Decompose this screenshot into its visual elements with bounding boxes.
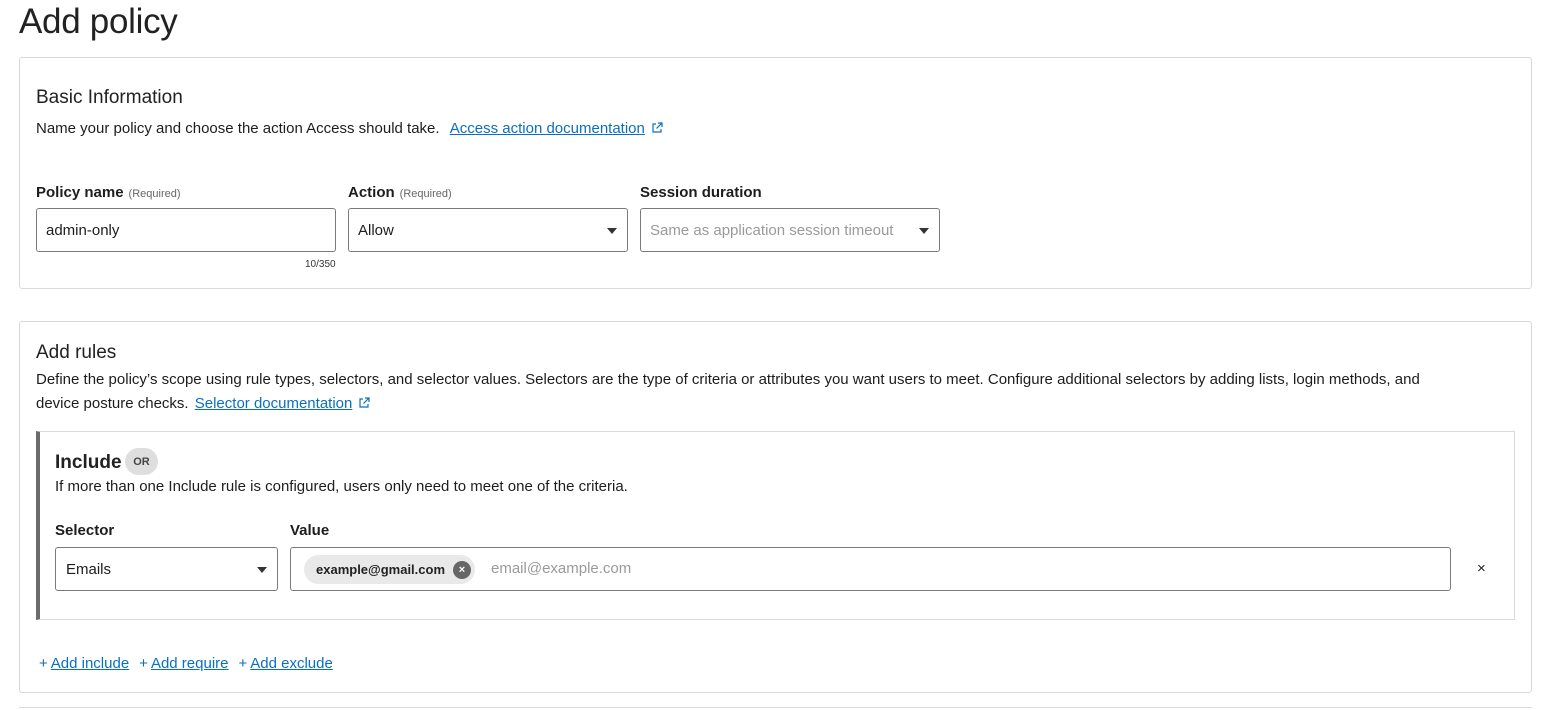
add-rules-title: Add rules [36,342,117,363]
basic-information-description: Name your policy and choose the action A… [36,117,663,141]
policy-name-label-text: Policy name [36,184,124,201]
chevron-down-icon [919,228,929,234]
access-action-documentation-link-text: Access action documentation [449,120,645,137]
add-include-link-text: Add include [50,655,130,672]
add-rules-description-line1: Define the policy’s scope using rule typ… [36,371,1420,388]
add-rules-description-line2-text: device posture checks. [36,395,189,412]
add-rule-links: + Add include + Add require + Add exclude [39,655,333,672]
session-duration-placeholder: Same as application session timeout [650,221,894,239]
selector-label: Selector [55,522,114,539]
external-link-icon [652,122,663,133]
action-required-hint: (Required) [399,188,452,200]
session-duration-label-text: Session duration [640,184,762,201]
basic-information-title: Basic Information [36,87,183,108]
policy-name-required-hint: (Required) [128,188,181,200]
value-label-text: Value [290,522,330,539]
add-exclude-link[interactable]: + Add exclude [239,655,333,672]
session-duration-select[interactable]: Same as application session timeout [640,208,940,252]
basic-description-text: Name your policy and choose the action A… [36,120,440,137]
chevron-down-icon [257,567,267,573]
policy-name-input[interactable]: admin-only [36,208,336,252]
selector-documentation-link-text: Selector documentation [194,395,353,412]
include-rule-group: Include OR If more than one Include rule… [36,431,1515,620]
include-title: Include [55,452,122,473]
email-chip-label: example@gmail.com [316,562,446,577]
action-select[interactable]: Allow [348,208,628,252]
or-badge: OR [125,448,158,475]
basic-information-card: Basic Information Name your policy and c… [19,57,1532,289]
policy-name-value: admin-only [46,221,120,239]
email-value-placeholder: email@example.com [491,560,632,577]
plus-icon: + [139,655,148,672]
plus-icon: + [238,655,248,672]
add-rules-description-line2: device posture checks. Selector document… [36,392,1526,416]
add-rules-card: Add rules Define the policy’s scope usin… [19,321,1532,693]
add-include-link[interactable]: + Add include [39,655,129,672]
chip-remove-icon[interactable]: × [453,560,472,579]
access-action-documentation-link[interactable]: Access action documentation [450,120,645,137]
action-label: Action (Required) [348,184,452,201]
email-chip: example@gmail.com × [304,555,476,584]
action-label-text: Action [348,184,395,201]
selector-selected-value: Emails [66,560,112,578]
add-require-link-text: Add require [150,655,229,672]
selector-documentation-link[interactable]: Selector documentation [195,395,353,412]
policy-name-label: Policy name (Required) [36,184,181,201]
remove-rule-close-icon[interactable]: × [1477,560,1486,577]
email-value-input[interactable]: example@gmail.com × email@example.com [290,547,1451,591]
action-selected-value: Allow [358,221,394,239]
include-description: If more than one Include rule is configu… [55,478,628,495]
add-exclude-link-text: Add exclude [250,655,333,672]
add-rules-description: Define the policy’s scope using rule typ… [36,368,1526,416]
add-require-link[interactable]: + Add require [139,655,228,672]
plus-icon: + [39,655,48,672]
external-link-icon [359,397,370,408]
chevron-down-icon [607,228,617,234]
value-label: Value [290,522,329,539]
page-title: Add policy [19,2,178,41]
selector-select[interactable]: Emails [55,547,278,591]
session-duration-label: Session duration [640,184,762,201]
selector-label-text: Selector [55,522,115,539]
policy-name-character-counter: 10/350 [305,259,336,270]
